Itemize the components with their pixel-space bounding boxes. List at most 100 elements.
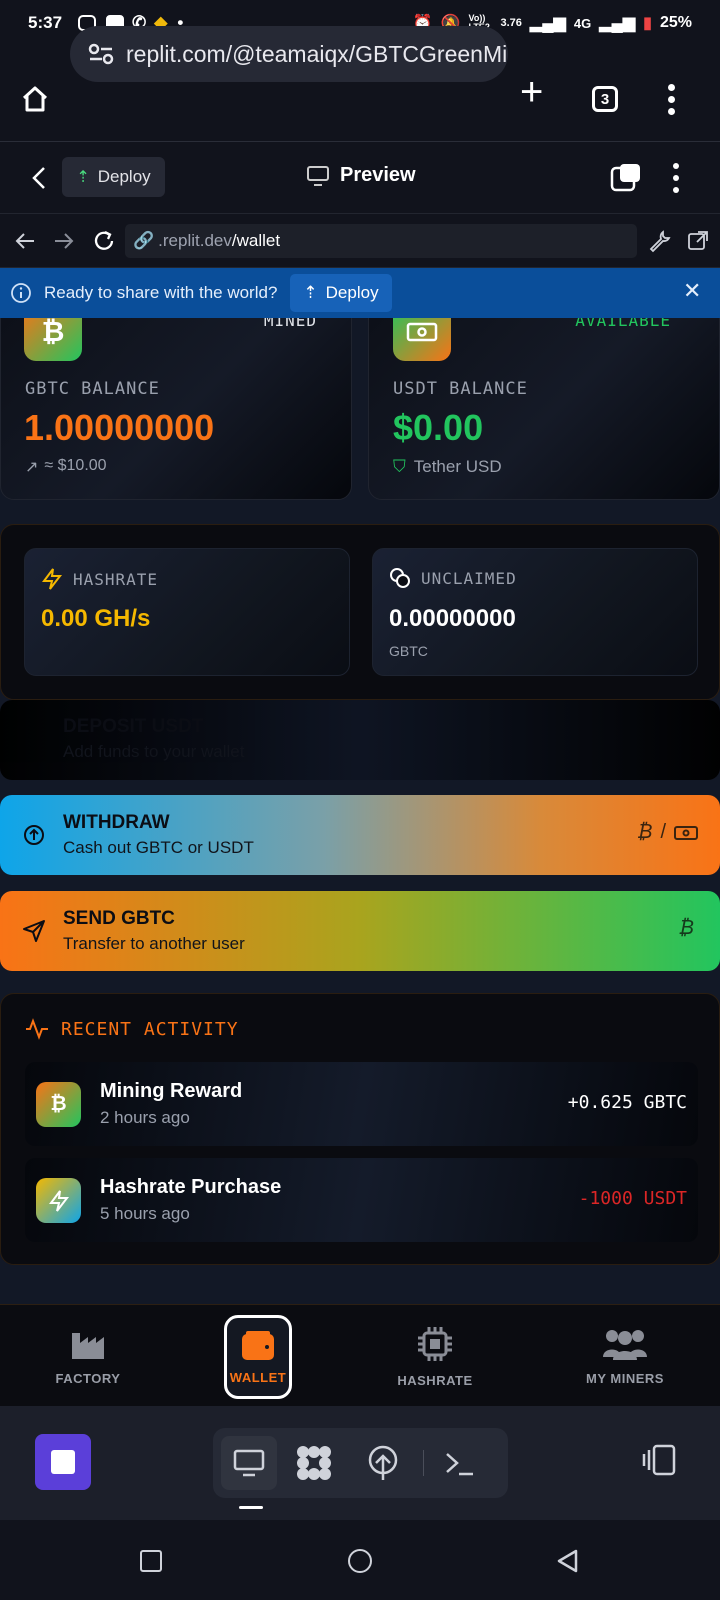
deploy-icon: ⇡ — [76, 169, 90, 186]
nav-wallet[interactable]: WALLET — [224, 1315, 292, 1399]
site-settings-icon[interactable] — [88, 43, 114, 65]
unclaimed-label: UNCLAIMED — [421, 568, 517, 588]
back-nav-icon[interactable] — [556, 1549, 580, 1573]
recent-activity-card: RECENT ACTIVITY ₿ Mining Reward 2 hours … — [0, 993, 720, 1265]
wrench-icon[interactable] — [648, 229, 672, 253]
banner-text: Ready to share with the world? — [44, 283, 278, 302]
lightning-icon — [42, 568, 63, 590]
gbtc-balance-card: ₿ MINED GBTC BALANCE 1.00000000 ↗ ≈ $10.… — [0, 318, 352, 500]
activity-heading: RECENT ACTIVITY — [61, 1018, 239, 1040]
nav-factory[interactable]: FACTORY — [38, 1305, 138, 1407]
reload-icon[interactable] — [92, 229, 116, 253]
gbtc-tag: MINED — [263, 318, 317, 330]
send-gbtc-button[interactable]: SEND GBTC Transfer to another user ₿ — [0, 891, 720, 971]
nav-back-icon[interactable] — [14, 230, 36, 252]
deploy-button[interactable]: ⇡ Deploy — [62, 157, 165, 197]
nav-my-miners[interactable]: MY MINERS — [570, 1305, 680, 1407]
nav-label: WALLET — [229, 1369, 287, 1385]
stats-card: HASHRATE 0.00 GH/s UNCLAIMED 0.00000000 … — [0, 524, 720, 700]
activity-amount: -1000 USDT — [578, 1188, 687, 1209]
activity-header: RECENT ACTIVITY — [25, 1018, 239, 1040]
send-icon — [23, 920, 45, 942]
url-prefix: .replit.dev — [158, 231, 232, 250]
hashrate-label: HASHRATE — [73, 569, 159, 589]
url-path: /wallet — [231, 231, 281, 250]
terminal-icon[interactable] — [445, 1450, 475, 1476]
android-nav-bar — [0, 1520, 720, 1600]
deploy-tool-icon[interactable] — [365, 1444, 401, 1482]
nav-hashrate[interactable]: HASHRATE — [385, 1305, 485, 1407]
trending-up-icon: ↗ — [25, 459, 39, 476]
nav-label: MY MINERS — [586, 1370, 664, 1386]
withdraw-separator: / — [660, 821, 666, 843]
active-tool-indicator — [239, 1506, 263, 1509]
bottom-nav: FACTORY WALLET HASHRATE MY MINERS — [0, 1304, 720, 1406]
agent-icon[interactable] — [295, 1444, 333, 1482]
status-time: 5:37 — [28, 13, 63, 32]
preview-title: Preview — [306, 164, 416, 187]
bitcoin-icon: ₿ — [24, 318, 82, 361]
unclaimed-unit: GBTC — [389, 643, 428, 659]
usdt-balance-value: $0.00 — [393, 407, 484, 448]
activity-icon — [26, 1018, 48, 1040]
withdraw-right: ₿ / — [637, 821, 698, 844]
info-icon — [11, 283, 31, 303]
home-nav-icon[interactable] — [348, 1549, 372, 1573]
bitcoin-send-icon: ₿ — [678, 917, 694, 939]
unclaimed-row: UNCLAIMED — [389, 567, 517, 589]
nav-forward-icon[interactable] — [53, 230, 75, 252]
battery-icon: ▮ — [643, 15, 652, 32]
gbtc-balance-value: 1.00000000 — [24, 407, 215, 448]
gbtc-usd-row: ↗ ≈ $10.00 — [25, 457, 107, 477]
activity-title: Hashrate Purchase — [100, 1176, 282, 1198]
cash-small-icon — [674, 825, 698, 840]
unclaimed-stat: UNCLAIMED 0.00000000 GBTC — [372, 548, 698, 676]
activity-row[interactable]: Hashrate Purchase 5 hours ago -1000 USDT — [25, 1158, 698, 1242]
link-icon: 🔗 — [133, 231, 155, 250]
tabs-icon[interactable] — [610, 162, 642, 192]
browser-menu-icon[interactable] — [668, 84, 676, 115]
arrow-up-circle-icon — [24, 825, 44, 845]
banner-deploy-button[interactable]: ⇡ Deploy — [290, 274, 392, 312]
wallet-icon — [242, 1330, 274, 1360]
factory-icon — [72, 1332, 104, 1359]
signal2-icon: ▂▄▆ — [599, 15, 636, 32]
shield-icon: ⛉ — [393, 457, 406, 476]
activity-row[interactable]: ₿ Mining Reward 2 hours ago +0.625 GBTC — [25, 1062, 698, 1146]
nav-label: FACTORY — [55, 1370, 121, 1386]
nav-label: HASHRATE — [397, 1372, 473, 1388]
usdt-sub-row: ⛉ Tether USD — [393, 457, 502, 477]
activity-title: Mining Reward — [100, 1080, 243, 1102]
new-tab-icon[interactable]: + — [520, 72, 543, 112]
chip-icon — [418, 1326, 452, 1361]
network-speed: 3.76 — [500, 17, 522, 29]
tool-divider — [423, 1450, 424, 1476]
replit-menu-icon[interactable] — [673, 163, 681, 193]
replit-toolbar — [0, 1406, 720, 1520]
recents-icon[interactable] — [140, 1550, 162, 1572]
back-chevron-icon[interactable] — [30, 166, 50, 190]
bitcoin-activity-icon: ₿ — [36, 1082, 81, 1127]
usdt-balance-label: USDT BALANCE — [393, 379, 528, 399]
layout-toggle-icon[interactable] — [642, 1444, 676, 1476]
banner-deploy-label: Deploy — [325, 283, 379, 302]
usdt-balance-card: AVAILABLE USDT BALANCE $0.00 ⛉ Tether US… — [368, 318, 720, 500]
address-bar[interactable]: replit.com/@teamaiqx/GBTCGreenMi — [70, 26, 508, 82]
deposit-usdt-button[interactable]: DEPOSIT USDT Add funds to your wallet — [0, 700, 720, 780]
stop-icon — [51, 1450, 75, 1474]
tool-group — [213, 1428, 508, 1498]
deploy-rocket-icon: ⇡ — [303, 283, 318, 302]
battery-level: 25% — [659, 14, 692, 31]
open-external-icon[interactable] — [686, 229, 710, 253]
preview-url-field[interactable]: 🔗 .replit.dev /wallet — [125, 224, 637, 258]
monitor-tool-icon — [233, 1449, 265, 1477]
network-type: 4G — [573, 15, 592, 31]
tab-count-button[interactable]: 3 — [592, 86, 618, 112]
bitcoin-small-icon: ₿ — [636, 821, 653, 843]
stop-button[interactable] — [35, 1434, 91, 1490]
preview-tool[interactable] — [221, 1436, 277, 1490]
hashrate-stat: HASHRATE 0.00 GH/s — [24, 548, 350, 676]
withdraw-button[interactable]: WITHDRAW Cash out GBTC or USDT ₿ / — [0, 795, 720, 875]
home-icon[interactable] — [20, 84, 50, 114]
close-icon[interactable]: ✕ — [683, 278, 701, 304]
